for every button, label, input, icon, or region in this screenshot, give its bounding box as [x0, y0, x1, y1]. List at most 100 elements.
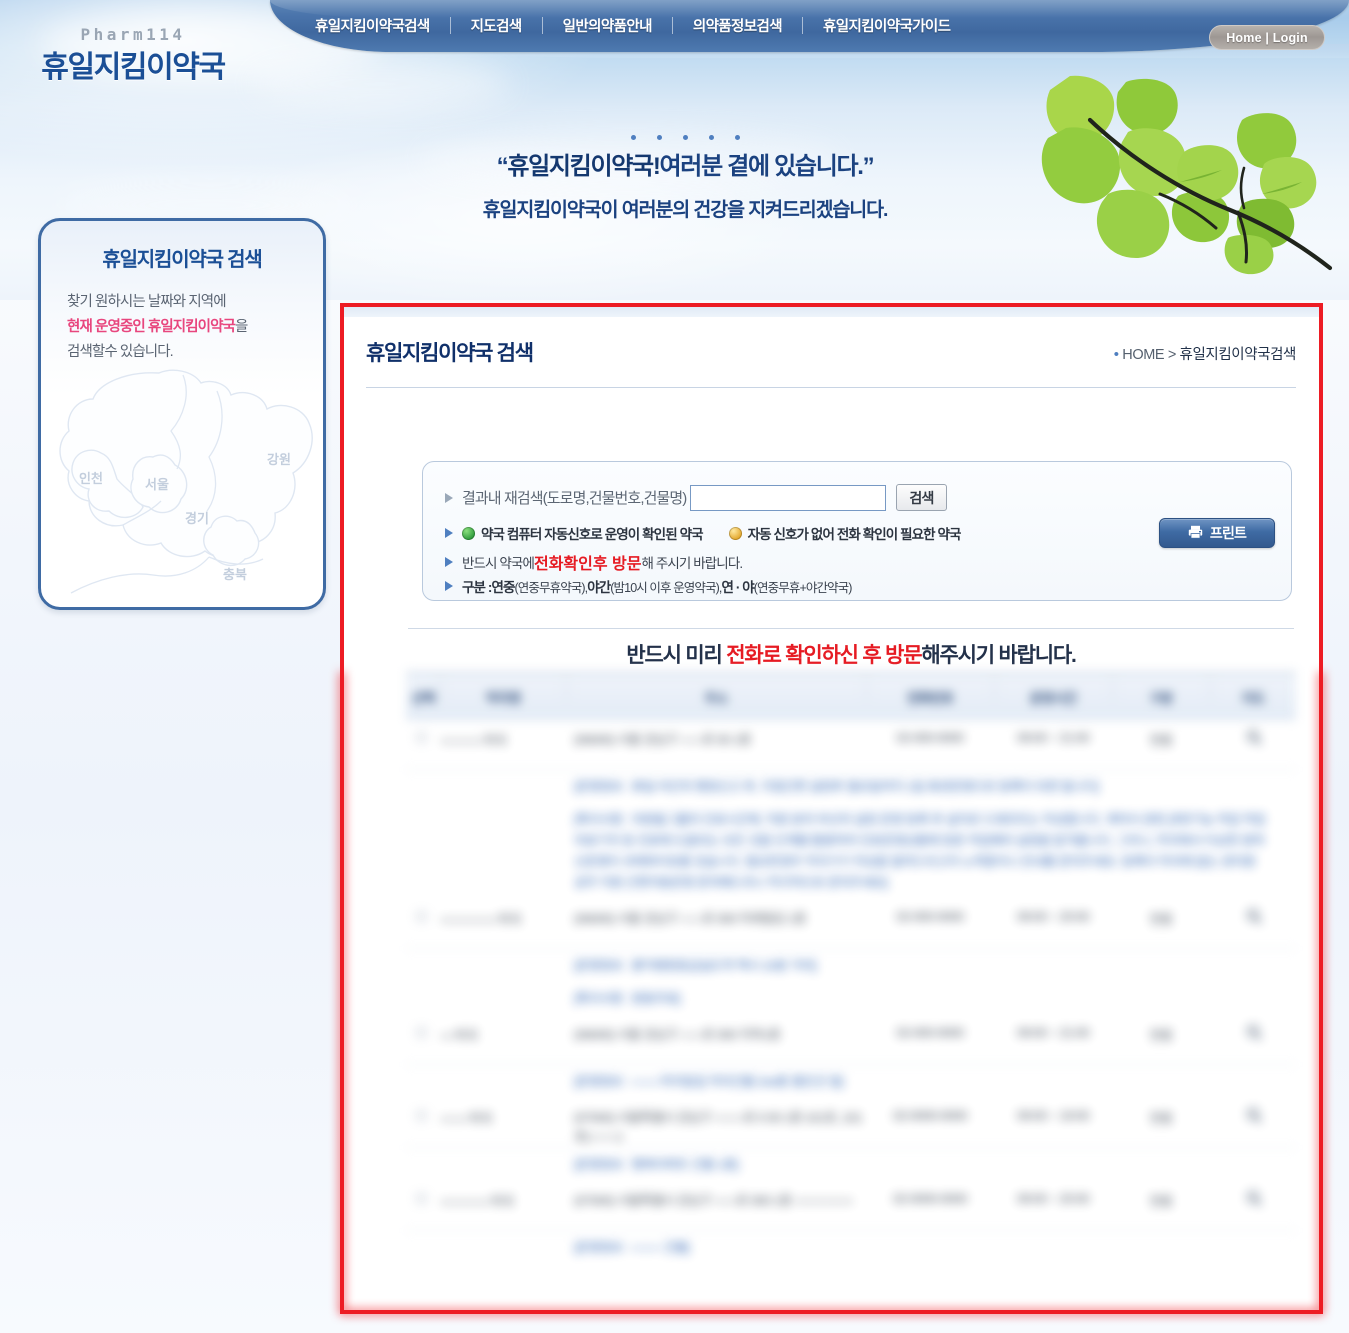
map-label-chungbuk: 충북: [223, 567, 247, 582]
search-icon[interactable]: [1247, 909, 1259, 921]
arrow-bullet-icon: [445, 492, 453, 503]
home-login-button[interactable]: Home | Login: [1209, 25, 1325, 50]
row-pharmacy-name: ○○약국: [440, 1028, 478, 1043]
sidebar-search-panel: 휴일지킴이약국 검색 찾기 원하시는 날짜와 지역에 현재 운영중인 휴일지킴이…: [38, 218, 326, 610]
row-hours: 09:00 ~ 21:00: [1016, 1025, 1090, 1040]
sidebar-desc-highlight-a: 현재 운영중인: [67, 319, 148, 335]
radio-icon[interactable]: [415, 911, 427, 922]
row-address-cell: (06000) 서울 강남구 ○○○로 000 지하1층: [566, 1025, 866, 1044]
row-select-radio[interactable]: [406, 909, 440, 924]
nav-item-drug-info-search[interactable]: 의약품정보검색: [673, 15, 802, 36]
phone-warning-prefix: 반드시 약국에: [462, 556, 535, 571]
row-phone: 02-0000-0000: [893, 1191, 967, 1206]
radio-icon[interactable]: [415, 1110, 427, 1121]
hero-slogan: “휴일지킴이약국!여러분 곁에 있습니다.” 휴일지킴이약국이 여러분의 건강을…: [425, 135, 945, 222]
research-input[interactable]: [690, 484, 887, 511]
table-row[interactable]: ○○약국 (06000) 서울 강남구 ○○○로 000 지하1층 02-000…: [406, 1015, 1296, 1065]
green-status-icon: [462, 526, 475, 540]
phone-warning-row: 반드시 약국에 전화확인후 방문 해 주시기 바랍니다.: [445, 550, 743, 574]
main-navigation: 휴일지킴이약국검색 지도검색 일반의약품안내 의약품정보검색 휴일지킴이약국가이…: [295, 11, 1175, 39]
legend-yellow-text: 자동 신호가 없어 전화 확인이 필요한 약국: [747, 527, 962, 542]
row-map-button[interactable]: [1210, 1108, 1296, 1123]
leaf-branch-illustration: [1030, 62, 1340, 277]
column-header-address: 주소: [566, 672, 866, 707]
notice-suffix: 해주시기 바랍니다.: [921, 644, 1076, 667]
page-header: 휴일지킴이약국 검색 • HOME > 휴일지킴이약국검색: [366, 337, 1296, 383]
notice-prefix: 반드시 미리: [626, 644, 727, 667]
nav-item-pharmacy-guide[interactable]: 휴일지킴이약국가이드: [803, 15, 970, 36]
row-phone: 02-000-0000: [896, 730, 964, 745]
phone-confirm-notice: 반드시 미리 전화로 확인하신 후 방문해주시기 바랍니다.: [408, 639, 1294, 669]
table-row[interactable]: ○○○○○○○약국 (07000) 서울특별시 강남구 ○○○로 000 1층 …: [406, 1181, 1296, 1231]
category-label: 구분 :: [462, 580, 492, 595]
table-row[interactable]: ○○○○○○약국 (06000) 서울 강남구 ○○○로 00 1층 02-00…: [406, 720, 1296, 770]
research-row: 결과내 재검색(도로명,건물번호,건물명) 검색: [445, 484, 947, 511]
row-address: (07000) 서울특별시 강남구 ○○○로 000 1층 ○○○○○○○○: [574, 1193, 853, 1208]
table-row[interactable]: ○○○○약국 (07000) 서울특별시 강남구 ○○○○로 0 00 1층 1…: [406, 1098, 1296, 1148]
category-yearround-desc: (연중무휴약국),: [514, 580, 589, 595]
row-kind: 연중: [1149, 1194, 1173, 1209]
search-icon[interactable]: [1247, 730, 1259, 742]
category-both: 연 · 야: [721, 580, 754, 595]
row-map-button[interactable]: [1210, 909, 1296, 924]
notice-highlight: 전화로 확인하신 후 방문: [726, 644, 922, 667]
nav-item-otc-guide[interactable]: 일반의약품안내: [543, 15, 672, 36]
table-row[interactable]: ○○○○○○○○약국 (06000) 서울 강남구 ○○○로 000 미래빌딩 …: [406, 899, 1296, 949]
row-kind: 연중: [1149, 1028, 1173, 1043]
row-select-radio[interactable]: [406, 1108, 440, 1123]
korea-region-map[interactable]: 인천 서울 강원 경기 충북: [41, 361, 323, 607]
row-phone: 02-000-0000: [896, 909, 964, 924]
row-phone: 02-0000-0000: [893, 1108, 967, 1123]
hero-quote-close: ”: [862, 153, 875, 180]
breadcrumb-separator: >: [1167, 347, 1176, 363]
site-logo[interactable]: Pharm114 휴일지킴이약국: [28, 25, 278, 86]
row-map-button[interactable]: [1210, 1025, 1296, 1040]
search-icon[interactable]: [1247, 1191, 1259, 1203]
print-button[interactable]: 프린트: [1159, 518, 1275, 548]
row-pharmacy-name: ○○○○○○○○약국: [440, 912, 521, 927]
row-note: [운영정보 : ○○○○약국앞길 약국건물 2nd층 좋은곳 앞]: [574, 1074, 844, 1089]
yellow-status-icon: [728, 526, 742, 540]
row-address-cell: (07000) 서울특별시 강남구 ○○○로 000 1층 ○○○○○○○○: [566, 1191, 866, 1210]
hero-brand-2: 휴일지킴이약국: [482, 199, 602, 221]
radio-icon[interactable]: [415, 1193, 427, 1204]
row-kind: 연중: [1149, 1111, 1173, 1126]
search-icon[interactable]: [1247, 1108, 1259, 1120]
breadcrumb-current: 휴일지킴이약국검색: [1179, 347, 1297, 363]
search-info-box: 결과내 재검색(도로명,건물번호,건물명) 검색 약국 컴퓨터 자동신호로 운영…: [422, 461, 1292, 601]
category-legend-row: 구분 : 연중 (연중무휴약국), 야간 (밤10시 이후 운영약국), 연 ·…: [445, 576, 852, 596]
nav-item-map-search[interactable]: 지도검색: [451, 15, 542, 36]
column-header-select: 선택: [411, 690, 435, 706]
row-select-radio[interactable]: [406, 1191, 440, 1206]
printer-icon: [1188, 525, 1203, 542]
row-select-radio[interactable]: [406, 730, 440, 745]
cloud-decoration: [250, 60, 510, 108]
search-icon[interactable]: [1247, 1025, 1259, 1037]
arrow-bullet-icon: [445, 581, 453, 591]
row-hours: 09:00 ~ 21:00: [1016, 730, 1090, 745]
results-table: 선택 약국명 주소 전화번호 운영시간 구분 지도 ○○○○○○약국 (0600…: [406, 672, 1296, 1264]
breadcrumb-home-link[interactable]: HOME: [1122, 347, 1164, 363]
radio-icon[interactable]: [415, 732, 427, 743]
hero-quote-open: “: [496, 153, 509, 180]
hero-dots-decoration: [425, 135, 945, 140]
row-map-button[interactable]: [1210, 730, 1296, 745]
row-pharmacy-name: ○○○○약국: [440, 1111, 492, 1126]
row-select-radio[interactable]: [406, 1025, 440, 1040]
breadcrumb: • HOME > 휴일지킴이약국검색: [1114, 343, 1297, 364]
nav-item-pharmacy-search[interactable]: 휴일지킴이약국검색: [295, 15, 450, 36]
radio-icon[interactable]: [415, 1027, 427, 1038]
row-map-button[interactable]: [1210, 1191, 1296, 1206]
row-address: (06000) 서울 강남구 ○○○로 00 1층: [574, 732, 751, 747]
row-address-cell: (06000) 서울 강남구 ○○○로 000 미래빌딩 1층: [566, 909, 866, 928]
legend-green-text: 약국 컴퓨터 자동신호로 운영이 확인된 약국: [481, 527, 704, 542]
sidebar-description: 찾기 원하시는 날짜와 지역에 현재 운영중인 휴일지킴이약국을 검색할수 있습…: [67, 290, 323, 365]
category-yearround: 연중: [491, 580, 516, 595]
hero-line-1: “휴일지킴이약국!여러분 곁에 있습니다.”: [425, 146, 945, 181]
row-note: [운영정보 : 행복아파트 건물 1층]: [574, 1157, 739, 1172]
arrow-bullet-icon: [445, 528, 453, 538]
column-header-hours: 운영시간: [994, 672, 1112, 707]
row-kind: 연중: [1149, 912, 1173, 927]
column-header-kind: 구분: [1112, 672, 1210, 707]
research-search-button[interactable]: 검색: [896, 484, 947, 511]
